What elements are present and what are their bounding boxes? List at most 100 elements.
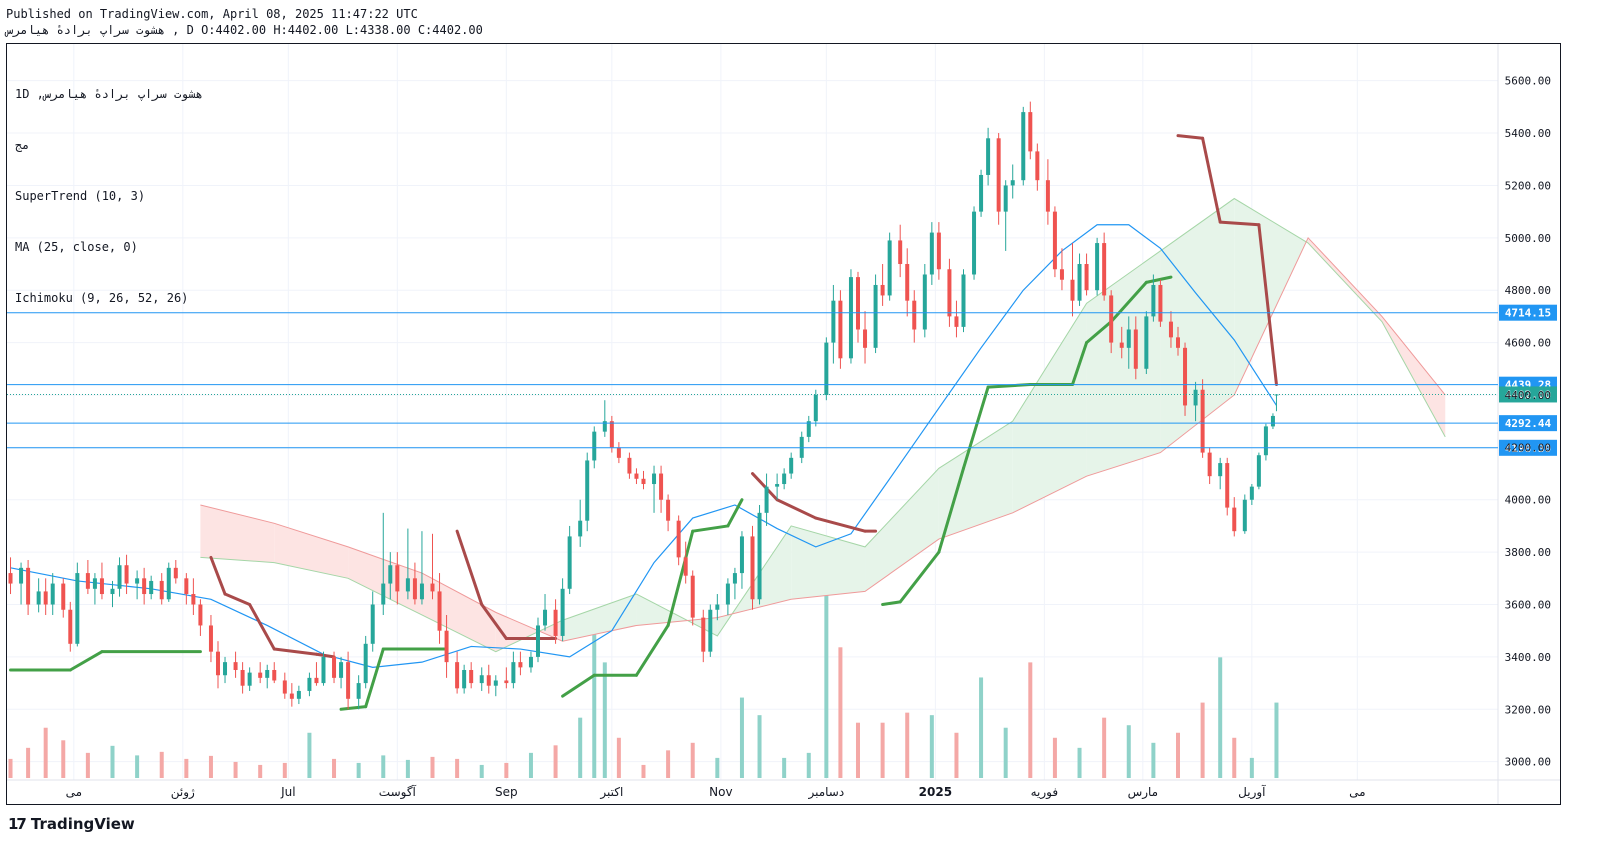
candle xyxy=(775,473,780,500)
volume-bar xyxy=(1126,725,1131,778)
candle-body xyxy=(339,662,344,678)
candle-body xyxy=(1084,264,1089,291)
volume-bar xyxy=(1151,742,1156,778)
candle xyxy=(855,271,860,343)
candle xyxy=(1021,106,1026,186)
y-tick-label: 4800.00 xyxy=(1505,284,1551,297)
candle-body xyxy=(929,232,934,275)
candle-body xyxy=(1168,321,1173,338)
candle-body xyxy=(223,662,228,676)
candle-body xyxy=(314,677,319,684)
volume-bar xyxy=(1028,662,1033,778)
candle xyxy=(19,562,24,605)
candle-body xyxy=(173,567,178,579)
candle-body xyxy=(954,316,959,327)
candle xyxy=(789,452,794,479)
candle-body xyxy=(381,583,386,605)
candle xyxy=(863,311,868,364)
volume-bar xyxy=(1200,702,1205,778)
supertrend-segment xyxy=(209,555,227,596)
candle xyxy=(659,465,664,513)
candle xyxy=(92,573,97,605)
candle-body xyxy=(609,421,614,448)
candle-body xyxy=(616,447,621,458)
candle-body xyxy=(233,662,238,670)
candle xyxy=(462,664,467,694)
legend-ma[interactable]: MA (25, close, 0) xyxy=(15,239,205,256)
volume-bar xyxy=(1175,732,1180,778)
volume-bar xyxy=(26,747,31,778)
candle-body xyxy=(208,625,213,652)
candle-body xyxy=(676,520,681,558)
candle-body xyxy=(775,484,780,487)
volume-bar xyxy=(332,758,337,778)
volume-bar xyxy=(824,592,829,778)
volume-bar xyxy=(641,764,646,778)
candle-body xyxy=(1133,329,1138,369)
candle-body xyxy=(1193,389,1198,406)
candle-body xyxy=(1225,463,1230,508)
candle-body xyxy=(1059,269,1064,280)
candle xyxy=(831,284,836,364)
supertrend-segment xyxy=(364,647,385,709)
y-tick-label: 3800.00 xyxy=(1505,546,1551,559)
candle-body xyxy=(1077,264,1082,301)
candle-body xyxy=(370,604,375,644)
candle-body xyxy=(1158,284,1163,322)
candle xyxy=(954,300,959,338)
candle xyxy=(535,617,540,663)
tradingview-logo-icon: 17 xyxy=(8,815,27,833)
cloud-segment xyxy=(791,525,866,600)
candle xyxy=(887,232,892,301)
candle xyxy=(1207,447,1212,485)
candle-body xyxy=(922,274,927,330)
candle-body xyxy=(708,609,713,652)
tradingview-brand[interactable]: 17 TradingView xyxy=(8,815,135,833)
volume-bar xyxy=(405,759,410,778)
candle xyxy=(272,662,277,684)
y-tick-label: 3000.00 xyxy=(1505,756,1551,769)
candle-body xyxy=(135,578,140,584)
candle xyxy=(634,468,639,485)
volume-bar xyxy=(1274,702,1279,778)
candle-body xyxy=(979,174,984,212)
candle xyxy=(782,468,787,490)
x-tick-label: Jul xyxy=(280,785,295,799)
candle-body xyxy=(1010,180,1015,186)
volume-bar xyxy=(880,722,885,778)
legend-supertrend[interactable]: SuperTrend (10, 3) xyxy=(15,188,205,205)
candle-body xyxy=(149,580,154,595)
volume-bar xyxy=(592,627,597,778)
candle-body xyxy=(627,457,632,474)
candle-body xyxy=(972,211,977,275)
candle xyxy=(1144,311,1149,375)
candle-body xyxy=(543,609,548,626)
y-tick-label: 3400.00 xyxy=(1505,651,1551,664)
candle-body xyxy=(191,594,196,605)
candle xyxy=(838,290,843,369)
candle xyxy=(149,575,154,600)
candle-body xyxy=(504,680,509,684)
candle xyxy=(486,664,491,694)
candle xyxy=(567,525,572,595)
candle xyxy=(986,127,991,186)
candle-body xyxy=(296,690,301,699)
candle xyxy=(813,389,818,427)
candle xyxy=(585,452,590,532)
volume-bar xyxy=(1003,727,1008,778)
price-chart[interactable]: 4714.154439.284292.444198.304402.00 3000… xyxy=(0,0,1598,858)
price-level-label: 4292.44 xyxy=(1505,417,1552,430)
candle-body xyxy=(528,656,533,668)
candle-body xyxy=(1035,151,1040,181)
candle xyxy=(363,635,368,689)
candle-body xyxy=(1249,486,1254,500)
legend-ichimoku[interactable]: Ichimoku (9, 26, 52, 26) xyxy=(15,290,205,307)
candle-body xyxy=(567,536,572,589)
candle xyxy=(1249,484,1254,505)
candle xyxy=(1263,423,1268,461)
candle xyxy=(922,264,927,338)
candle xyxy=(479,667,484,691)
candle xyxy=(370,591,375,652)
candle-body xyxy=(110,588,115,595)
candle-body xyxy=(388,565,393,584)
